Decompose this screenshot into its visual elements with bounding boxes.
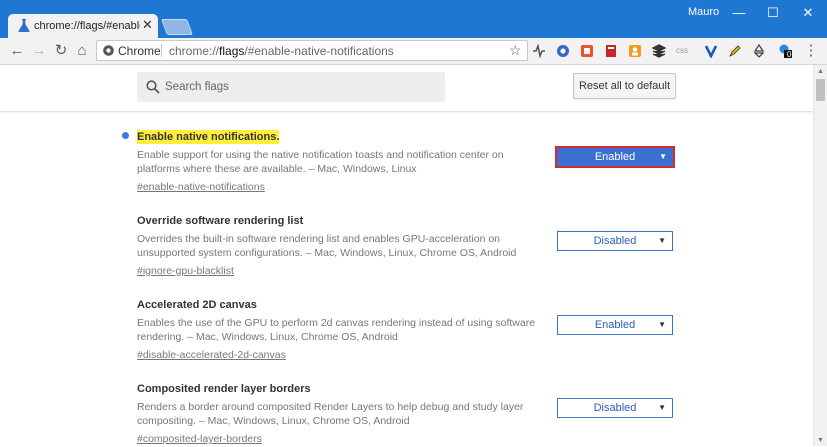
- flag-item-accelerated-2d-canvas: Accelerated 2D canvas Enables the use of…: [137, 295, 557, 363]
- vertical-scrollbar[interactable]: ▲ ▼: [813, 65, 827, 446]
- extension-circle-icon[interactable]: [556, 44, 570, 58]
- extension-book-icon[interactable]: [604, 44, 618, 58]
- scroll-down-arrow-icon[interactable]: ▼: [817, 437, 824, 444]
- flag-description: Renders a border around composited Rende…: [137, 401, 524, 427]
- extension-badge-count: 0: [787, 50, 792, 59]
- security-chip-label: Chrome: [118, 44, 161, 58]
- search-icon: [146, 80, 160, 94]
- flag-item-composited-layer-borders: Composited render layer borders Renders …: [137, 379, 557, 447]
- extension-pulse-icon[interactable]: [532, 44, 546, 58]
- omnibox-divider: [161, 44, 162, 57]
- maximize-icon[interactable]: ☐: [756, 3, 790, 23]
- chevron-down-icon: ▼: [658, 403, 666, 412]
- flag-description: Overrides the built-in software renderin…: [137, 233, 517, 259]
- extension-v-icon[interactable]: [704, 44, 718, 58]
- chrome-logo-icon: [103, 45, 114, 56]
- flask-icon: [18, 19, 30, 32]
- flag-item-enable-native-notifications: Enable native notifications. Enable supp…: [137, 127, 557, 195]
- flag-anchor-link[interactable]: #enable-native-notifications: [137, 180, 265, 194]
- bookmark-star-icon[interactable]: ☆: [509, 42, 522, 59]
- flag-anchor-link[interactable]: #disable-accelerated-2d-canvas: [137, 348, 286, 362]
- modified-indicator-dot: [122, 132, 129, 139]
- address-bar[interactable]: Chrome chrome://flags/#enable-native-not…: [96, 40, 528, 61]
- flag-item-ignore-gpu-blacklist: Override software rendering list Overrid…: [137, 211, 557, 279]
- forward-arrow-icon[interactable]: →: [30, 42, 48, 60]
- flags-header: Reset all to default: [0, 65, 813, 112]
- scrollbar-thumb[interactable]: [816, 79, 825, 101]
- flag-title: Composited render layer borders: [137, 383, 311, 395]
- reset-all-button[interactable]: Reset all to default: [573, 73, 676, 99]
- flag-anchor-link[interactable]: #ignore-gpu-blacklist: [137, 264, 234, 278]
- profile-name[interactable]: Mauro: [688, 6, 719, 18]
- scroll-up-arrow-icon[interactable]: ▲: [817, 68, 824, 75]
- flag-select-composited-layer-borders[interactable]: Disabled ▼: [557, 398, 673, 418]
- flag-anchor-link[interactable]: #composited-layer-borders: [137, 432, 262, 446]
- extension-recycle-icon[interactable]: [752, 44, 766, 58]
- flag-select-enable-native-notifications[interactable]: Enabled ▼: [555, 146, 675, 168]
- window-close-icon[interactable]: ✕: [791, 3, 825, 23]
- select-value: Enabled: [594, 151, 636, 163]
- browser-tab[interactable]: chrome://flags/#enable-n ✕: [8, 14, 158, 38]
- new-tab-button[interactable]: [161, 19, 193, 35]
- extension-person-icon[interactable]: [628, 44, 642, 58]
- reload-icon[interactable]: ↻: [52, 42, 70, 60]
- flag-title: Accelerated 2D canvas: [137, 299, 257, 311]
- extension-pencil-icon[interactable]: [728, 44, 742, 58]
- extension-app-icon[interactable]: [580, 44, 594, 58]
- chevron-down-icon: ▼: [658, 320, 666, 329]
- flag-description: Enables the use of the GPU to perform 2d…: [137, 317, 536, 343]
- flag-title: Enable native notifications.: [137, 130, 280, 144]
- minimize-icon[interactable]: —: [722, 3, 756, 23]
- flag-description: Enable support for using the native noti…: [137, 149, 504, 175]
- chevron-down-icon: ▼: [659, 152, 667, 161]
- browser-toolbar: ← → ↻ ⌂ Chrome chrome://flags/#enable-na…: [0, 38, 827, 65]
- title-bar: chrome://flags/#enable-n ✕ Mauro — ☐ ✕: [0, 0, 827, 38]
- extension-stack-icon[interactable]: [652, 44, 666, 58]
- flag-title: Override software rendering list: [137, 215, 304, 227]
- chevron-down-icon: ▼: [658, 236, 666, 245]
- tab-close-icon[interactable]: ✕: [142, 18, 153, 32]
- search-input[interactable]: [165, 78, 435, 96]
- flag-select-ignore-gpu-blacklist[interactable]: Disabled ▼: [557, 231, 673, 251]
- select-value: Disabled: [593, 402, 637, 414]
- select-value: Enabled: [594, 319, 636, 331]
- back-arrow-icon[interactable]: ←: [8, 42, 26, 60]
- tab-title: chrome://flags/#enable-n: [34, 20, 140, 32]
- search-box[interactable]: [137, 72, 445, 102]
- url-text: chrome://flags/#enable-native-notificati…: [169, 44, 394, 58]
- extension-css-icon[interactable]: css: [676, 44, 694, 58]
- flag-select-accelerated-2d-canvas[interactable]: Enabled ▼: [557, 315, 673, 335]
- select-value: Disabled: [593, 235, 637, 247]
- home-icon[interactable]: ⌂: [73, 42, 91, 60]
- flags-page: Reset all to default Enable native notif…: [0, 65, 813, 446]
- menu-kebab-icon[interactable]: ⋮: [802, 42, 820, 60]
